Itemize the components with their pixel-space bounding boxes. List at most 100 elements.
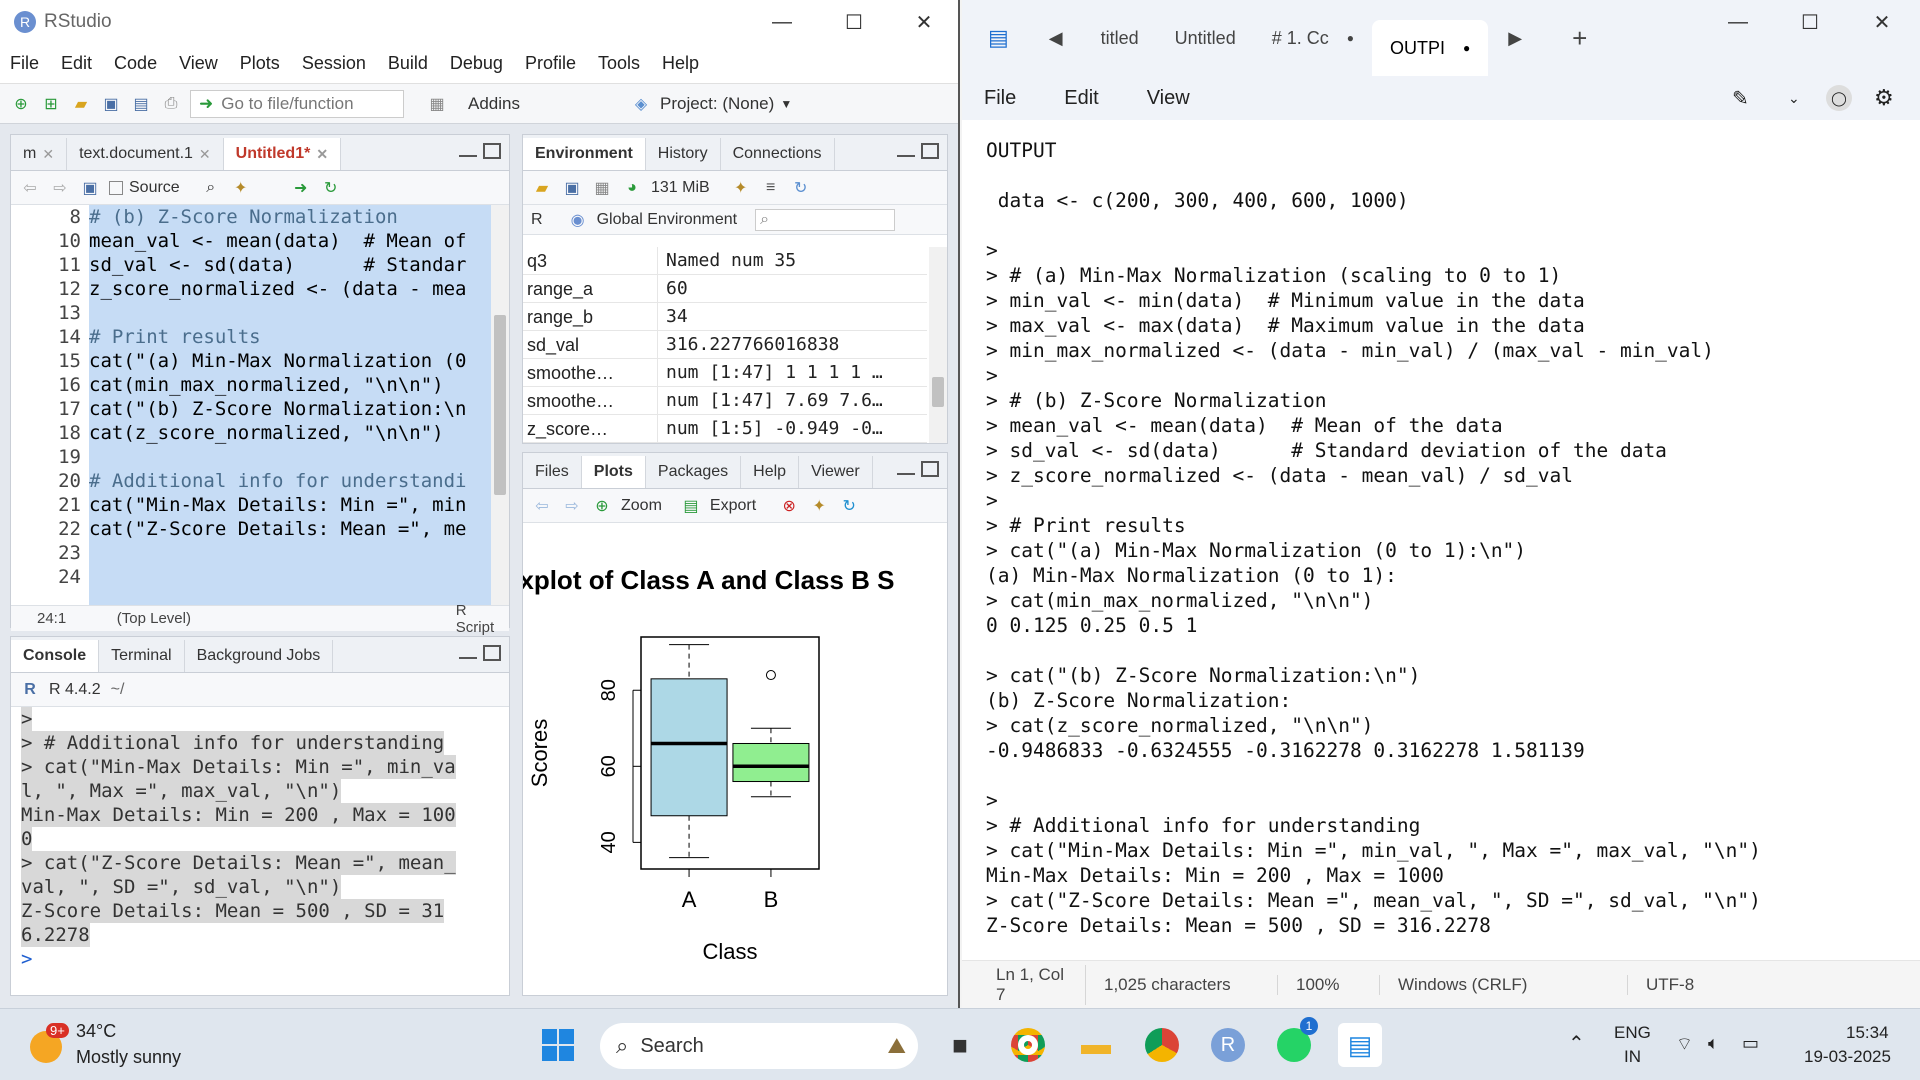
- tab-untitled1-[interactable]: Untitled1* ✕: [223, 138, 342, 170]
- env-scrollbar[interactable]: [929, 247, 947, 443]
- close-tab-icon[interactable]: ✕: [316, 146, 328, 163]
- menu-code[interactable]: Code: [114, 53, 157, 74]
- notepad-menu-view[interactable]: View: [1147, 87, 1190, 110]
- chrome-icon[interactable]: [1006, 1023, 1050, 1067]
- tab-text-document-1[interactable]: text.document.1 ✕: [67, 138, 224, 170]
- menu-view[interactable]: View: [179, 53, 218, 74]
- clock-time[interactable]: 15:34: [1846, 1023, 1889, 1043]
- scroll-tabs-right-icon[interactable]: ▶: [1508, 28, 1522, 49]
- file-explorer-icon[interactable]: ▬: [1074, 1023, 1118, 1067]
- project-menu[interactable]: Project: (None): [660, 94, 774, 114]
- language-code[interactable]: ENG: [1614, 1023, 1651, 1043]
- language-region[interactable]: IN: [1624, 1047, 1641, 1067]
- notepad-tab[interactable]: titled: [1083, 10, 1157, 66]
- broom-icon[interactable]: ✦: [730, 177, 752, 199]
- battery-icon[interactable]: ▭: [1742, 1033, 1759, 1054]
- refresh-icon[interactable]: ↻: [790, 177, 812, 199]
- tab-terminal[interactable]: Terminal: [99, 640, 185, 672]
- env-row[interactable]: range_b 34: [523, 303, 927, 331]
- menu-help[interactable]: Help: [662, 53, 699, 74]
- menu-file[interactable]: File: [10, 53, 39, 74]
- wifi-icon[interactable]: ⌔: [1676, 1033, 1693, 1056]
- env-row[interactable]: sd_val 316.227766016838: [523, 331, 927, 359]
- broom-icon[interactable]: ✦: [808, 495, 830, 517]
- minimize-button[interactable]: —: [1710, 0, 1766, 44]
- scope-selector[interactable]: (Top Level): [117, 610, 456, 627]
- tab-environment[interactable]: Environment: [523, 138, 646, 170]
- volume-icon[interactable]: 🔈︎: [1708, 1033, 1719, 1054]
- tab-m[interactable]: m ✕: [11, 138, 68, 170]
- menu-tools[interactable]: Tools: [598, 53, 640, 74]
- new-tab-button[interactable]: +: [1572, 23, 1587, 54]
- clock-date[interactable]: 19-03-2025: [1804, 1047, 1891, 1067]
- notepad-text-area[interactable]: OUTPUT data <- c(200, 300, 400, 600, 100…: [986, 138, 1906, 938]
- tab-console[interactable]: Console: [11, 640, 100, 672]
- menu-session[interactable]: Session: [302, 53, 366, 74]
- copilot-icon[interactable]: ✎: [1732, 86, 1749, 111]
- magic-wand-icon[interactable]: ✦: [230, 177, 252, 199]
- notepad-taskbar-icon[interactable]: ▤: [1338, 1023, 1382, 1067]
- maximize-button[interactable]: ☐: [1782, 0, 1838, 44]
- menu-plots[interactable]: Plots: [240, 53, 280, 74]
- menu-debug[interactable]: Debug: [450, 53, 503, 74]
- load-workspace-icon[interactable]: ▰: [531, 177, 553, 199]
- sync-icon[interactable]: ↻: [838, 495, 860, 517]
- tab-plots[interactable]: Plots: [581, 456, 646, 488]
- env-row[interactable]: range_a 60: [523, 275, 927, 303]
- code-editor[interactable]: 8 10 11 12 13 14 15 16 17 18 19 20 21 22 23 24 # (b) Z-…: [11, 205, 509, 605]
- tab-help[interactable]: Help: [741, 456, 800, 488]
- notepad-menu-file[interactable]: File: [984, 87, 1016, 110]
- export-button[interactable]: Export: [710, 497, 756, 515]
- search-icon[interactable]: ⌕: [200, 177, 222, 199]
- close-button[interactable]: ✕: [896, 0, 952, 44]
- menu-edit[interactable]: Edit: [61, 53, 92, 74]
- save-icon[interactable]: ▣: [100, 93, 122, 115]
- tab-connections[interactable]: Connections: [721, 138, 835, 170]
- chevron-down-icon[interactable]: ▼: [780, 97, 792, 111]
- console-output[interactable]: > > # Additional info for understanding > …: [11, 707, 509, 995]
- env-row[interactable]: smoothe… num [1:47] 1 1 1 1 …: [523, 359, 927, 387]
- weather-widget[interactable]: 9+: [30, 1023, 70, 1063]
- import-dataset-icon[interactable]: ▦: [591, 177, 613, 199]
- menu-build[interactable]: Build: [388, 53, 428, 74]
- account-icon[interactable]: ◯: [1826, 85, 1852, 111]
- working-dir[interactable]: ~/: [111, 681, 125, 699]
- addins-menu[interactable]: Addins: [468, 94, 520, 114]
- list-view-icon[interactable]: ≡: [760, 177, 782, 199]
- tab-viewer[interactable]: Viewer: [799, 456, 873, 488]
- save-workspace-icon[interactable]: ▣: [561, 177, 583, 199]
- scope-selector[interactable]: Global Environment: [597, 211, 738, 229]
- pane-controls[interactable]: [897, 143, 939, 159]
- settings-gear-icon[interactable]: ⚙: [1874, 85, 1894, 111]
- tab-packages[interactable]: Packages: [646, 456, 742, 488]
- minimize-button[interactable]: —: [754, 0, 810, 44]
- env-search-input[interactable]: ⌕: [755, 208, 896, 231]
- encoding[interactable]: UTF-8: [1628, 975, 1712, 995]
- menu-profile[interactable]: Profile: [525, 53, 576, 74]
- scroll-tabs-left-icon[interactable]: ◀: [1049, 28, 1063, 49]
- save-icon[interactable]: ▣: [79, 177, 101, 199]
- rerun-icon[interactable]: ↻: [320, 177, 342, 199]
- source-checkbox[interactable]: [109, 180, 123, 195]
- new-project-icon[interactable]: ⊞: [40, 93, 62, 115]
- next-plot-icon[interactable]: ⇨: [561, 495, 583, 517]
- notepad-tab[interactable]: Untitled: [1157, 10, 1254, 66]
- zoom-level[interactable]: 100%: [1278, 974, 1380, 995]
- previous-plot-icon[interactable]: ⇦: [531, 495, 553, 517]
- notepad-menu-edit[interactable]: Edit: [1064, 87, 1098, 110]
- chrome-profile-icon[interactable]: [1140, 1023, 1184, 1067]
- remove-plot-icon[interactable]: ⊗: [778, 495, 800, 517]
- pane-controls[interactable]: [459, 143, 501, 159]
- task-view-icon[interactable]: ■: [938, 1023, 982, 1067]
- close-tab-icon[interactable]: ✕: [199, 146, 211, 163]
- start-button[interactable]: [536, 1023, 580, 1067]
- taskbar-search[interactable]: ⌕ Search ⛰: [600, 1023, 918, 1069]
- pane-controls[interactable]: [459, 645, 501, 661]
- env-row[interactable]: z_score… num [1:5] -0.949 -0…: [523, 415, 927, 443]
- tab-background-jobs[interactable]: Background Jobs: [185, 640, 334, 672]
- goto-file-input[interactable]: ➜ Go to file/function: [190, 89, 404, 118]
- layout-grid-icon[interactable]: ▦: [426, 93, 448, 115]
- line-ending[interactable]: Windows (CRLF): [1380, 974, 1628, 995]
- memory-usage[interactable]: 131 MiB: [651, 179, 710, 197]
- notepad-tab[interactable]: # 1. Cc ●: [1254, 10, 1372, 66]
